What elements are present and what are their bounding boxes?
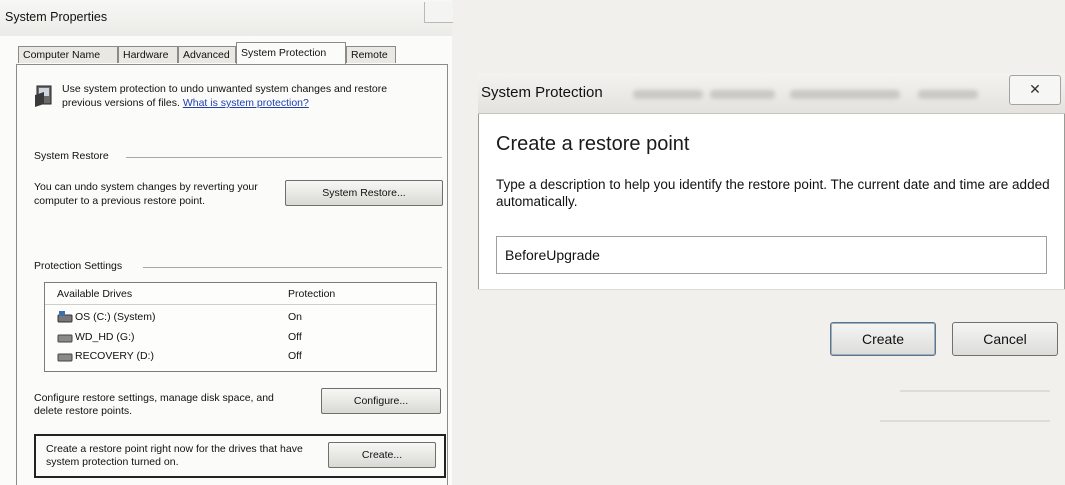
drive-row[interactable]: WD_HD (G:) Off (45, 331, 436, 347)
system-properties-window: System Properties Computer Name Hardware… (0, 0, 453, 485)
close-icon[interactable]: ✕ (1009, 75, 1061, 105)
drive-row[interactable]: RECOVERY (D:) Off (45, 350, 436, 366)
drive-name-cell: RECOVERY (D:) (57, 350, 154, 362)
divider (126, 157, 442, 158)
system-properties-titlebar: System Properties (0, 0, 452, 36)
column-header-protection[interactable]: Protection (288, 288, 335, 300)
drive-name: WD_HD (G:) (75, 331, 135, 343)
drive-row[interactable]: OS (C:) (System) On (45, 311, 436, 327)
drive-name-cell: WD_HD (G:) (57, 331, 135, 343)
drive-name: RECOVERY (D:) (75, 350, 154, 362)
header-divider (45, 304, 436, 305)
what-is-system-protection-link[interactable]: What is system protection? (183, 97, 309, 109)
cancel-button[interactable]: Cancel (952, 322, 1058, 356)
system-protection-panel (16, 64, 448, 485)
drive-protection: Off (288, 331, 302, 343)
system-drive-icon (57, 311, 73, 323)
drive-icon (57, 334, 73, 343)
tab-hardware[interactable]: Hardware (118, 46, 178, 63)
tab-computer-name[interactable]: Computer Name (18, 46, 118, 63)
dialog-heading: Create a restore point (496, 133, 690, 155)
drive-protection: On (288, 311, 303, 323)
create-text: Create a restore point right now for the… (46, 443, 303, 468)
drive-protection: Off (288, 350, 302, 362)
tab-system-protection[interactable]: System Protection (236, 42, 346, 64)
divider (143, 267, 442, 268)
background-texture (880, 420, 1050, 422)
blurred-tab (710, 90, 775, 99)
create-button[interactable]: Create (830, 322, 936, 356)
background-texture (900, 390, 1050, 392)
drive-name-cell: OS (C:) (System) (57, 311, 156, 323)
close-button[interactable] (424, 2, 453, 23)
system-protection-icon (35, 85, 52, 107)
drive-icon (57, 353, 73, 362)
drives-list[interactable]: Available Drives Protection OS (C:) (Sys… (44, 282, 437, 372)
configure-button[interactable]: Configure... (321, 388, 441, 414)
system-restore-text: You can undo system changes by reverting… (34, 181, 258, 207)
tab-remote[interactable]: Remote (346, 46, 396, 63)
blurred-tab (790, 90, 900, 99)
dialog-title: System Protection (481, 84, 603, 101)
column-header-drives[interactable]: Available Drives (57, 288, 132, 300)
dialog-description: Type a description to help you identify … (496, 177, 1050, 209)
create-restore-point-dialog: System Protection ✕ Create a restore poi… (478, 73, 1065, 373)
configure-text: Configure restore settings, manage disk … (34, 392, 274, 417)
blurred-tab (918, 90, 978, 99)
dialog-titlebar: System Protection (478, 73, 1065, 114)
system-restore-button[interactable]: System Restore... (285, 180, 443, 206)
drive-name: OS (C:) (System) (75, 311, 156, 323)
system-restore-header: System Restore (34, 150, 109, 162)
tab-advanced[interactable]: Advanced (178, 46, 236, 63)
blurred-tab (633, 90, 703, 99)
create-restore-point-button[interactable]: Create... (328, 442, 436, 468)
window-title: System Properties (5, 10, 108, 24)
protection-settings-header: Protection Settings (34, 260, 123, 272)
intro-text: Use system protection to undo unwanted s… (62, 82, 412, 110)
restore-point-description-input[interactable] (496, 236, 1047, 274)
